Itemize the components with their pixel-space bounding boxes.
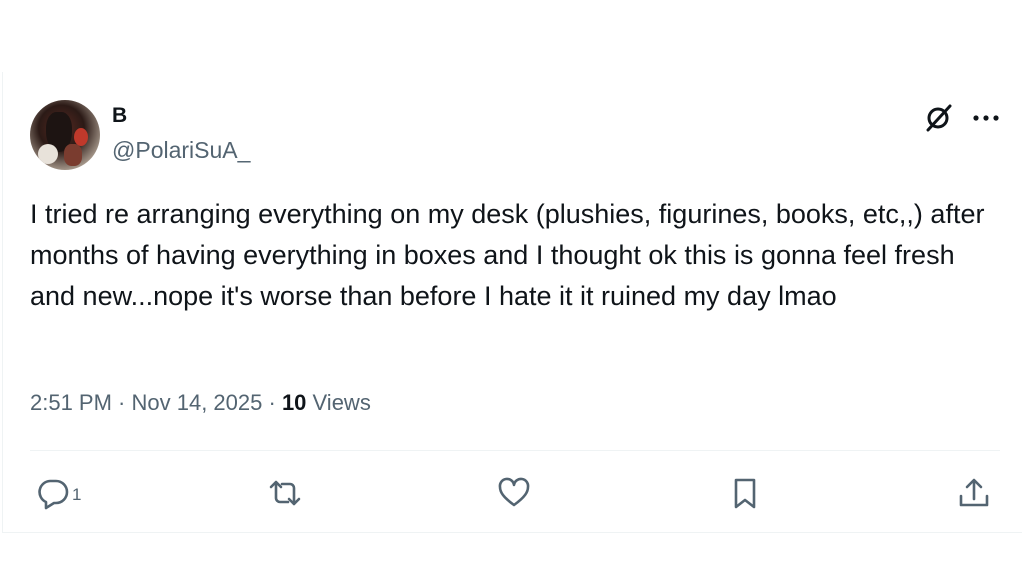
tweet-text: I tried re arranging everything on my de… [30,199,985,311]
reply-icon [38,479,69,510]
share-button[interactable] [957,475,991,511]
heart-icon [498,477,530,507]
avatar[interactable] [30,100,100,170]
tweet-meta: 2:51 PM · Nov 14, 2025 · 10 Views [30,390,371,416]
bookmark-icon [734,478,756,509]
views-label: Views [306,390,371,415]
meta-separator: · [111,390,132,415]
more-icon[interactable] [970,104,1002,132]
views-count: 10 [281,390,307,415]
divider [30,450,1000,451]
bookmark-button[interactable] [728,475,762,511]
user-handle[interactable]: @PolariSuA_ [112,137,250,164]
tweet-time[interactable]: 2:51 PM [30,390,112,415]
reply-button[interactable]: 1 [36,475,81,511]
share-icon [959,478,989,507]
reply-count: 1 [72,485,82,504]
meta-separator: · [262,390,282,415]
retweet-button[interactable] [268,475,302,511]
retweet-icon [269,480,301,506]
grok-icon[interactable] [923,103,953,133]
like-button[interactable] [497,475,531,511]
tweet-date[interactable]: Nov 14, 2025 [132,390,263,415]
display-name[interactable]: B [112,104,127,128]
